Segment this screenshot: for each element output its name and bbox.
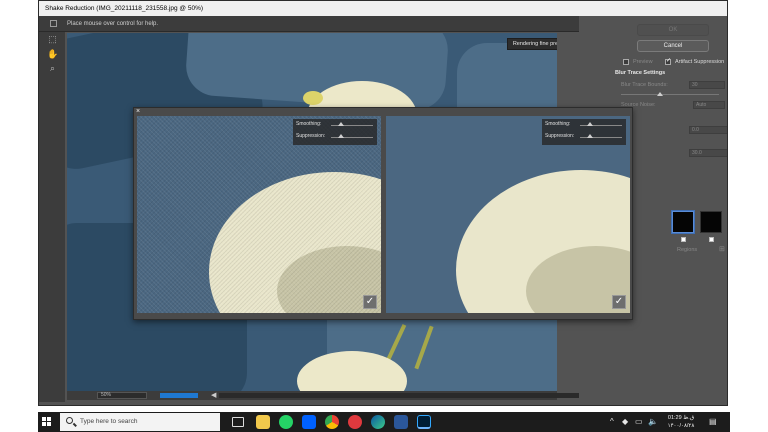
dropbox-tray-icon[interactable]: ◆: [622, 416, 628, 428]
zoom-indicator: [160, 393, 198, 398]
blur-trace-bounds-label: Blur Trace Bounds:: [621, 82, 668, 88]
ok-button[interactable]: OK: [637, 24, 709, 36]
notifications-icon[interactable]: ▤: [709, 416, 717, 428]
checkmark-icon[interactable]: ✓: [612, 295, 626, 309]
file-explorer-icon[interactable]: [256, 415, 270, 429]
chrome-icon[interactable]: [325, 415, 339, 429]
source-noise-select[interactable]: Auto: [693, 101, 725, 109]
suppression-slider-thumb[interactable]: [338, 134, 344, 138]
clock[interactable]: 01:29 ق.ظ ۱۴۰۰/۰۸/۲۸: [666, 414, 696, 430]
kernel-checkbox[interactable]: [709, 237, 714, 242]
bounds-unit: px: [727, 82, 728, 88]
noise-overlay: [137, 116, 381, 313]
search-icon: [66, 417, 73, 424]
loupe-pane-processed[interactable]: Smoothing: Suppression: ✓: [386, 116, 630, 313]
blur-trace-bounds-field[interactable]: 30: [689, 81, 725, 89]
chevron-up-icon[interactable]: ^: [610, 416, 614, 428]
artifact-suppression-checkbox[interactable]: [665, 57, 671, 65]
taskbar: Type here to search ^ ◆ ▭ 🔈 01:29 ق.ظ ۱۴…: [38, 412, 730, 432]
cancel-button[interactable]: Cancel: [637, 40, 709, 52]
windows-start-icon[interactable]: [42, 417, 52, 427]
suppression-slider-thumb[interactable]: [587, 134, 593, 138]
suppression-label: Suppression:: [545, 133, 575, 139]
detail-loupe: × Smoothing: Suppression: ✓ Smoothing: S…: [133, 107, 633, 320]
task-view-icon[interactable]: [232, 417, 244, 427]
loupe-controls: Smoothing: Suppression:: [542, 119, 626, 145]
loupe-pane-original[interactable]: Smoothing: Suppression: ✓: [137, 116, 381, 313]
title-bar: Shake Reduction (IMG_20211118_231558.jpg…: [39, 1, 727, 16]
smoothing-slider-thumb[interactable]: [587, 122, 593, 126]
window-title: Shake Reduction (IMG_20211118_231558.jpg…: [45, 5, 204, 12]
render-status-badge: Rendering fine preview ...: [507, 38, 557, 50]
scroll-left-icon[interactable]: ◀: [211, 391, 216, 400]
word-icon[interactable]: [394, 415, 408, 429]
zoom-field[interactable]: 50%: [97, 392, 147, 399]
loupe-controls: Smoothing: Suppression:: [293, 119, 377, 145]
flower-bud: [303, 91, 323, 105]
photoshop-icon[interactable]: [417, 415, 431, 429]
zoom-tool-icon[interactable]: ⌕: [47, 63, 58, 74]
bounds-slider-thumb[interactable]: [657, 92, 663, 96]
clock-time: 01:29 ق.ظ: [667, 415, 695, 421]
canvas-footer: 50% ◀ ▶: [67, 391, 589, 400]
hint-text: Place mouse over control for help.: [67, 21, 159, 27]
close-icon[interactable]: ×: [136, 108, 140, 116]
preview-toggle-icon[interactable]: [50, 20, 57, 27]
blur-kernel-thumbnail[interactable]: [700, 211, 722, 233]
regions-label: Regions: [677, 247, 698, 253]
whatsapp-icon[interactable]: [279, 415, 293, 429]
tool-strip: ⬚ ✋ ⌕: [39, 32, 65, 402]
blur-kernel-thumbnail[interactable]: [672, 211, 694, 233]
smoothing-field[interactable]: 0.0: [689, 126, 727, 134]
volume-icon[interactable]: 🔈: [648, 416, 658, 428]
kernel-checkbox[interactable]: [681, 237, 686, 242]
network-icon[interactable]: ▭: [635, 416, 643, 428]
edge-icon[interactable]: [371, 415, 385, 429]
hint-bar: Place mouse over control for help.: [39, 16, 579, 32]
taskbar-search-box[interactable]: Type here to search: [60, 413, 220, 431]
hand-tool-icon[interactable]: ✋: [47, 49, 58, 60]
smoothing-slider-thumb[interactable]: [338, 122, 344, 126]
preview-checkbox[interactable]: [623, 59, 629, 65]
artifact-suppression-label: Artifact Suppression: [675, 59, 725, 65]
horizontal-scrollbar[interactable]: [219, 393, 581, 398]
suppression-label: Suppression:: [296, 133, 326, 139]
smoothing-label: Smoothing:: [296, 121, 322, 127]
search-placeholder: Type here to search: [80, 418, 138, 425]
clock-date: ۱۴۰۰/۰۸/۲۸: [667, 423, 695, 429]
suppression-field[interactable]: 30.0: [689, 149, 727, 157]
smoothing-label: Smoothing:: [545, 121, 571, 127]
blur-estimation-tool-icon[interactable]: ⬚: [47, 34, 58, 45]
bounds-slider[interactable]: [621, 94, 719, 95]
section-title: Blur Trace Settings: [615, 70, 666, 76]
pdf-reader-icon[interactable]: [348, 415, 362, 429]
new-region-icon[interactable]: ⊞: [719, 245, 725, 253]
preview-label: Preview: [633, 59, 653, 65]
dropbox-icon[interactable]: [302, 415, 316, 429]
checkmark-icon[interactable]: ✓: [363, 295, 377, 309]
